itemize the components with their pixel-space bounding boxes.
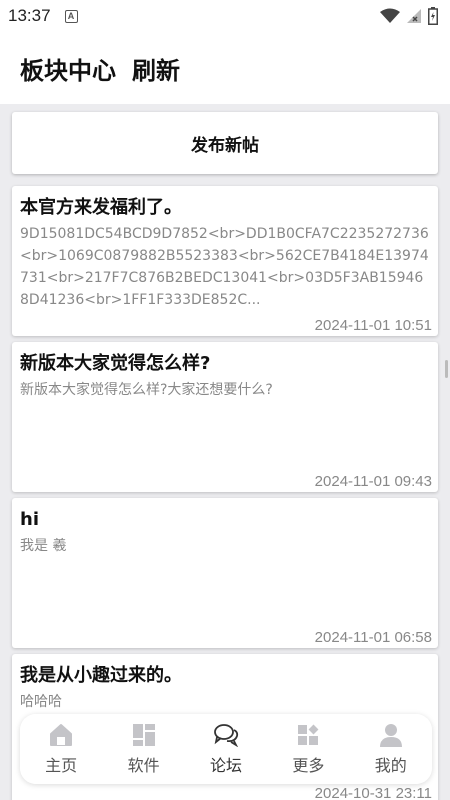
post-card[interactable]: 新版本大家觉得怎么样? 新版本大家觉得怎么样?大家还想要什么? 2024-11-… — [12, 342, 438, 492]
post-body: 新版本大家觉得怎么样?大家还想要什么? — [20, 382, 273, 398]
wifi-icon — [380, 8, 400, 23]
nav-label: 软件 — [127, 756, 160, 775]
battery-icon — [428, 7, 438, 25]
scrollbar[interactable] — [445, 360, 448, 378]
refresh-button[interactable]: 刷新 — [132, 51, 180, 86]
post-body: 9D15081DC54BCD9D7852<br>DD1B0CFA7C223527… — [20, 226, 429, 308]
nav-label: 我的 — [374, 756, 407, 775]
post-title: 我是从小趣过来的。 — [20, 665, 182, 686]
post-date: 2024-11-01 09:43 — [314, 473, 432, 490]
post-card[interactable]: hi 我是 羲 2024-11-01 06:58 — [12, 498, 438, 648]
post-card[interactable]: 本官方来发福利了。 9D15081DC54BCD9D7852<br>DD1B0C… — [12, 186, 438, 336]
post-date: 2024-10-31 23:11 — [314, 785, 432, 800]
post-feed[interactable]: 发布新帖 本官方来发福利了。 9D15081DC54BCD9D7852<br>D… — [0, 104, 450, 800]
post-list: 本官方来发福利了。 9D15081DC54BCD9D7852<br>DD1B0C… — [12, 186, 438, 800]
post-date: 2024-11-01 06:58 — [314, 629, 432, 646]
page-title: 板块中心 — [20, 56, 116, 85]
status-icons — [380, 7, 438, 25]
new-post-button[interactable]: 发布新帖 — [12, 112, 438, 174]
post-date: 2024-11-01 10:51 — [314, 317, 432, 334]
nav-label: 论坛 — [209, 756, 242, 775]
home-icon — [49, 722, 73, 748]
more-icon — [296, 722, 320, 748]
status-time: 13:37 — [8, 6, 51, 25]
status-bar: 13:37 A — [0, 0, 450, 32]
nav-item-profile[interactable]: 我的 — [356, 722, 426, 776]
nav-item-more[interactable]: 更多 — [273, 722, 343, 776]
apps-icon — [132, 722, 156, 748]
post-title: 新版本大家觉得怎么样? — [20, 353, 211, 374]
nav-item-software[interactable]: 软件 — [109, 722, 179, 776]
post-body: 哈哈哈 — [20, 694, 62, 710]
bottom-nav: 主页 软件 论坛 更多 我的 — [20, 714, 432, 784]
nav-item-forum[interactable]: 论坛 — [191, 722, 261, 776]
post-title: 本官方来发福利了。 — [20, 197, 182, 218]
signal-icon — [407, 9, 421, 23]
page-header: 板块中心 刷新 — [0, 32, 450, 104]
nav-item-home[interactable]: 主页 — [26, 722, 96, 776]
person-icon — [379, 722, 403, 748]
nav-label: 主页 — [45, 756, 78, 775]
chat-icon — [213, 722, 239, 748]
nav-label: 更多 — [292, 756, 325, 775]
post-body: 我是 羲 — [20, 538, 67, 554]
notification-a-icon: A — [64, 9, 78, 23]
post-title: hi — [20, 509, 39, 530]
